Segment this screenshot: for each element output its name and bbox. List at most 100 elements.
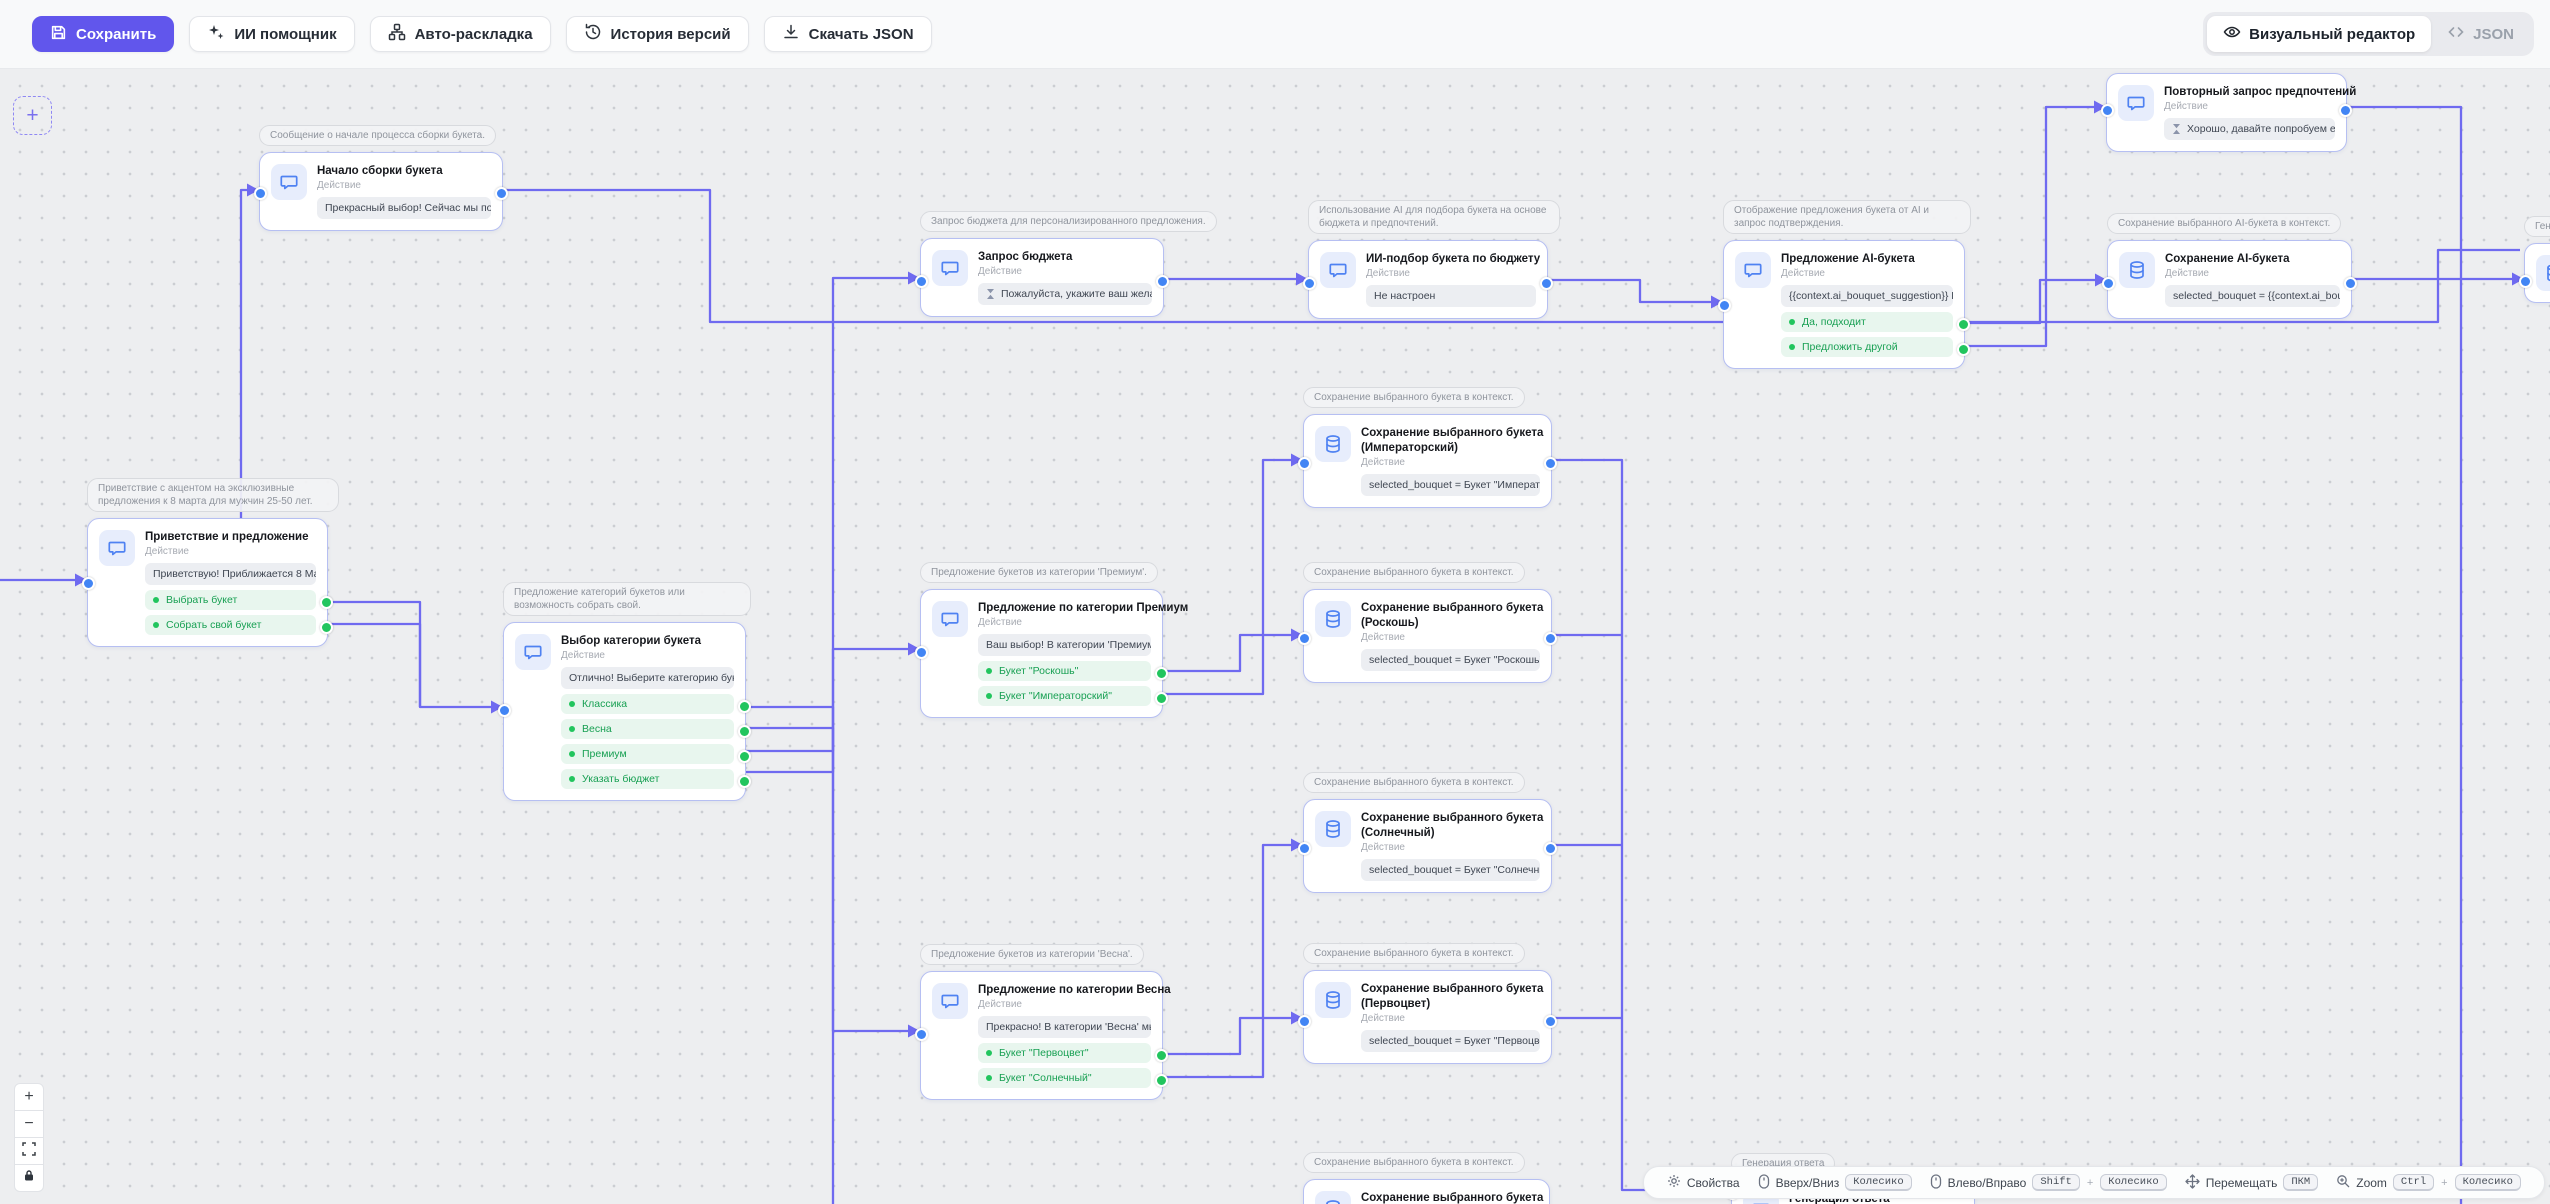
node-annotation[interactable]: Сообщение о начале процесса сборки букет… (259, 125, 496, 146)
flow-edge[interactable] (1965, 107, 2094, 346)
node-message[interactable]: Прекрасный выбор! Сейчас мы поможем в… (317, 197, 491, 219)
node-option[interactable]: Букет "Первоцвет" (978, 1043, 1151, 1063)
node-option[interactable]: Классика (561, 694, 734, 714)
node-start-build[interactable]: Начало сборки букетаДействиеПрекрасный в… (259, 152, 503, 231)
node-save-bottom[interactable]: Сохранение выбранного букетаДействие (1303, 1179, 1550, 1204)
node-message[interactable]: Прекрасно! В категории 'Весна' мы предла… (978, 1016, 1151, 1038)
node-annotation[interactable]: Сохранение выбранного букета в контекст. (1303, 387, 1525, 408)
node-annotation[interactable]: Предложение категорий букетов или возмож… (503, 582, 751, 616)
add-node-button[interactable]: + (13, 96, 52, 135)
input-port[interactable] (915, 275, 928, 288)
node-generate-right[interactable] (2524, 243, 2550, 303)
node-ai-budget-pick[interactable]: ИИ-подбор букета по бюджетуДействиеНе на… (1308, 240, 1548, 319)
flow-edge[interactable] (746, 649, 908, 751)
tab-visual-editor[interactable]: Визуальный редактор (2207, 16, 2431, 52)
node-save-imperial[interactable]: Сохранение выбранного букета(Императорск… (1303, 414, 1552, 508)
node-message[interactable]: Приветствую! Приближается 8 Марта, и мы… (145, 563, 316, 585)
node-option[interactable]: Да, подходит (1781, 312, 1953, 332)
node-ai-offer[interactable]: Предложение AI-букетаДействие{{context.a… (1723, 240, 1965, 369)
option-output-port[interactable] (738, 775, 751, 788)
option-output-port[interactable] (320, 621, 333, 634)
node-save-sunny[interactable]: Сохранение выбранного букета(Солнечный)Д… (1303, 799, 1552, 893)
tab-json[interactable]: JSON (2431, 16, 2530, 52)
flow-edge[interactable] (746, 278, 908, 772)
node-annotation[interactable]: Сохранение выбранного букета в контекст. (1303, 562, 1525, 583)
flow-edge[interactable] (1163, 635, 1291, 671)
flow-edge[interactable] (2347, 107, 2461, 1204)
output-port[interactable] (1544, 457, 1557, 470)
option-output-port[interactable] (1155, 667, 1168, 680)
flow-edge[interactable] (1552, 460, 1719, 1190)
output-port[interactable] (1156, 275, 1169, 288)
input-port[interactable] (1298, 842, 1311, 855)
output-port[interactable] (1544, 1015, 1557, 1028)
node-annotation[interactable]: Генерация ответа (2524, 216, 2550, 237)
option-output-port[interactable] (320, 596, 333, 609)
flow-edge[interactable] (746, 728, 908, 1031)
option-output-port[interactable] (1155, 1049, 1168, 1062)
input-port[interactable] (1303, 277, 1316, 290)
ai-assistant-button[interactable]: ИИ помощник (189, 16, 354, 52)
flow-edge[interactable] (1163, 845, 1291, 1077)
node-save-luxury[interactable]: Сохранение выбранного букета(Роскошь)Дей… (1303, 589, 1552, 683)
output-port[interactable] (495, 187, 508, 200)
node-message[interactable]: Хорошо, давайте попробуем еще раз. … (2164, 118, 2335, 140)
node-retry-preferences[interactable]: Повторный запрос предпочтенийДействиеХор… (2106, 73, 2347, 152)
node-annotation[interactable]: Предложение букетов из категории 'Весна'… (920, 944, 1144, 965)
option-output-port[interactable] (738, 700, 751, 713)
download-json-button[interactable]: Скачать JSON (764, 16, 932, 52)
input-port[interactable] (2102, 277, 2115, 290)
node-annotation[interactable]: Отображение предложения букета от AI и з… (1723, 200, 1971, 234)
zoom-in-button[interactable]: + (14, 1083, 44, 1111)
option-output-port[interactable] (1957, 318, 1970, 331)
option-output-port[interactable] (738, 725, 751, 738)
input-port[interactable] (915, 646, 928, 659)
node-annotation[interactable]: Сохранение выбранного букета в контекст. (1303, 772, 1525, 793)
node-option[interactable]: Указать бюджет (561, 769, 734, 789)
node-annotation[interactable]: Сохранение выбранного букета в контекст. (1303, 1152, 1525, 1173)
lock-button[interactable] (14, 1164, 44, 1192)
node-option[interactable]: Букет "Солнечный" (978, 1068, 1151, 1088)
output-port[interactable] (1544, 632, 1557, 645)
option-output-port[interactable] (1957, 343, 1970, 356)
input-port[interactable] (915, 1028, 928, 1041)
flow-edge[interactable] (1548, 280, 1711, 302)
node-spring-offer[interactable]: Предложение по категории ВеснаДействиеПр… (920, 971, 1163, 1100)
flow-edge[interactable] (1965, 280, 2095, 323)
node-annotation[interactable]: Сохранение выбранного AI-букета в контек… (2107, 213, 2341, 234)
output-port[interactable] (1540, 277, 1553, 290)
node-option[interactable]: Букет "Императорский" (978, 686, 1151, 706)
input-port[interactable] (254, 187, 267, 200)
input-port[interactable] (1298, 1015, 1311, 1028)
node-option[interactable]: Премиум (561, 744, 734, 764)
node-annotation[interactable]: Приветствие с акцентом на эксклюзивные п… (87, 478, 339, 512)
node-annotation[interactable]: Сохранение выбранного букета в контекст. (1303, 943, 1525, 964)
node-message[interactable]: {{context.ai_bouquet_suggestion}} Вам по… (1781, 285, 1953, 307)
node-message[interactable]: Ваш выбор! В категории 'Премиум' предст… (978, 634, 1151, 656)
input-port[interactable] (82, 577, 95, 590)
node-option[interactable]: Выбрать букет (145, 590, 316, 610)
output-port[interactable] (2339, 104, 2352, 117)
zoom-out-button[interactable]: − (14, 1110, 44, 1138)
auto-layout-button[interactable]: Авто-раскладка (370, 16, 551, 52)
node-message[interactable]: Не настроен (1366, 285, 1536, 307)
node-premium-offer[interactable]: Предложение по категории ПремиумДействие… (920, 589, 1163, 718)
node-annotation[interactable]: Запрос бюджета для персонализированного … (920, 211, 1217, 232)
node-message[interactable]: Отлично! Выберите категорию букета, кото… (561, 667, 734, 689)
flow-edge[interactable] (1163, 460, 1291, 694)
node-message[interactable]: selected_bouquet = Букет "Солнечный" (Ве… (1361, 859, 1540, 881)
node-message[interactable]: selected_bouquet = Букет "Роскошь" (Прем… (1361, 649, 1540, 671)
option-output-port[interactable] (1155, 692, 1168, 705)
node-annotation[interactable]: Предложение букетов из категории 'Премиу… (920, 562, 1158, 583)
option-output-port[interactable] (738, 750, 751, 763)
flow-edge[interactable] (746, 707, 833, 1204)
version-history-button[interactable]: История версий (566, 16, 749, 52)
input-port[interactable] (1298, 632, 1311, 645)
node-budget-request[interactable]: Запрос бюджетаДействиеПожалуйста, укажит… (920, 238, 1164, 317)
option-output-port[interactable] (1155, 1074, 1168, 1087)
input-port[interactable] (2101, 104, 2114, 117)
node-save-primrose[interactable]: Сохранение выбранного букета(Первоцвет)Д… (1303, 970, 1552, 1064)
node-message[interactable]: Пожалуйста, укажите ваш желаемый б… (978, 283, 1152, 305)
node-option[interactable]: Предложить другой (1781, 337, 1953, 357)
node-option[interactable]: Собрать свой букет (145, 615, 316, 635)
